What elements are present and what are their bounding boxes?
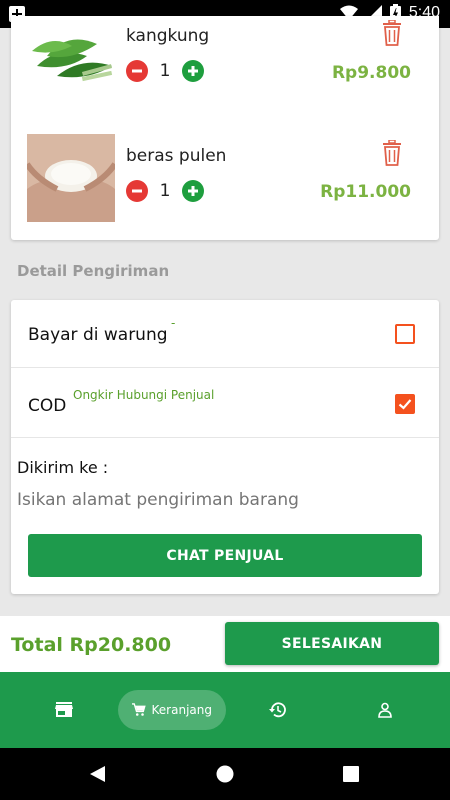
- store-icon: [55, 702, 73, 717]
- person-icon: [378, 702, 392, 718]
- home-icon[interactable]: [216, 765, 234, 783]
- system-navigation-bar: [0, 748, 450, 800]
- quantity-stepper: 1: [126, 180, 204, 202]
- cart-icon: [132, 703, 146, 716]
- decrease-quantity-button[interactable]: [126, 180, 148, 202]
- payment-option-cod[interactable]: COD Ongkir Hubungi Penjual: [11, 368, 439, 438]
- plus-icon: [188, 66, 198, 76]
- nav-cart-label: Keranjang: [151, 703, 212, 717]
- delete-item-icon[interactable]: [381, 140, 403, 166]
- checkmark-icon: [398, 399, 412, 410]
- kangkung-image: [27, 26, 115, 94]
- cart-items-card: kangkung 1 Rp9.800 beras pulen 1 Rp11.00…: [11, 16, 439, 240]
- address-input[interactable]: [17, 490, 412, 510]
- item-quantity: 1: [159, 181, 171, 201]
- nav-profile[interactable]: [365, 690, 405, 730]
- beras-pulen-image: [27, 134, 115, 222]
- option-note: -: [171, 316, 176, 330]
- cart-item: beras pulen 1 Rp11.000: [11, 126, 439, 226]
- history-icon: [269, 702, 286, 718]
- recents-icon[interactable]: [343, 766, 359, 782]
- nav-store[interactable]: [44, 690, 84, 730]
- option-note: Ongkir Hubungi Penjual: [73, 388, 215, 402]
- chat-seller-button[interactable]: CHAT PENJUAL: [28, 534, 422, 577]
- minus-icon: [132, 69, 142, 73]
- option-checkbox[interactable]: [395, 324, 415, 344]
- item-quantity: 1: [159, 61, 171, 81]
- sent-to-label: Dikirim ke :: [17, 458, 109, 477]
- cart-item: kangkung 1 Rp9.800: [11, 16, 439, 116]
- increase-quantity-button[interactable]: [182, 60, 204, 82]
- item-name: kangkung: [126, 26, 210, 46]
- nav-history[interactable]: [258, 690, 298, 730]
- delete-item-icon[interactable]: [381, 20, 403, 46]
- payment-option-warung[interactable]: Bayar di warung -: [11, 300, 439, 368]
- decrease-quantity-button[interactable]: [126, 60, 148, 82]
- shipping-section-title: Detail Pengiriman: [17, 262, 170, 280]
- option-label: Bayar di warung: [28, 325, 168, 345]
- option-label: COD: [28, 396, 67, 416]
- increase-quantity-button[interactable]: [182, 180, 204, 202]
- bottom-navigation: Keranjang: [0, 672, 450, 748]
- nav-cart[interactable]: Keranjang: [118, 690, 226, 730]
- total-price: Total Rp20.800: [11, 634, 172, 656]
- item-price: Rp11.000: [320, 182, 411, 202]
- back-icon[interactable]: [88, 765, 106, 783]
- minus-icon: [132, 189, 142, 193]
- item-price: Rp9.800: [331, 63, 411, 83]
- quantity-stepper: 1: [126, 60, 204, 82]
- finish-button[interactable]: SELESAIKAN: [225, 622, 439, 665]
- plus-icon: [188, 186, 198, 196]
- item-name: beras pulen: [126, 146, 227, 166]
- option-checkbox[interactable]: [395, 394, 415, 414]
